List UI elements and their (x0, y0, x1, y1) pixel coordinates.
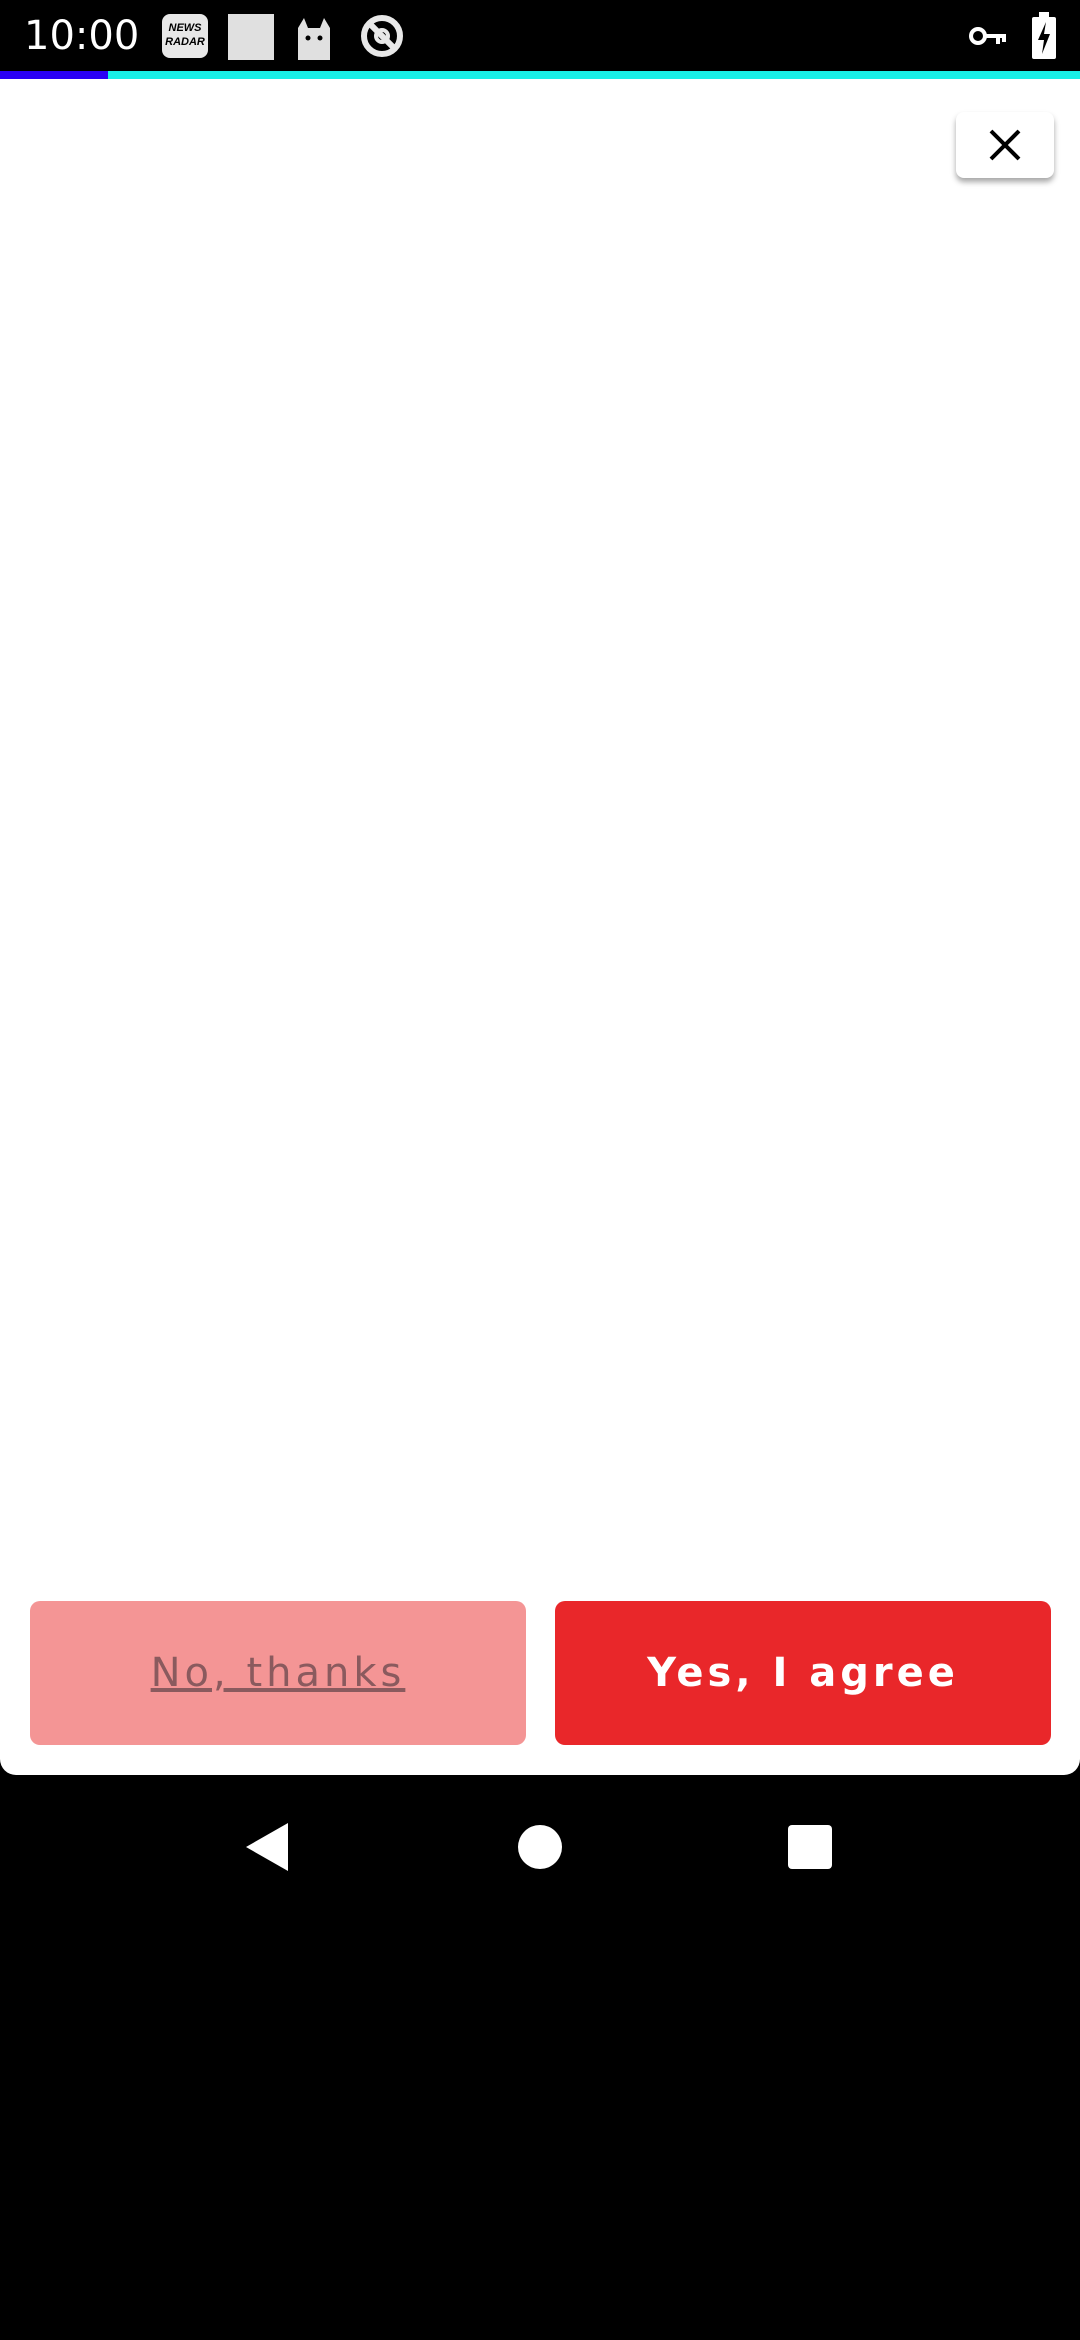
status-time: 10:00 (24, 13, 140, 59)
home-button[interactable] (514, 1821, 566, 1873)
cat-icon (294, 14, 334, 60)
recents-button[interactable] (784, 1821, 836, 1873)
recents-icon (788, 1825, 832, 1869)
navigation-bar (0, 1775, 1080, 1920)
news-radar-icon: NEWS RADAR (162, 14, 208, 58)
accept-button[interactable]: Yes, I agree (555, 1601, 1051, 1745)
vpn-key-icon (968, 14, 1008, 58)
blank-square-icon (228, 14, 274, 60)
loading-progress-fill (0, 71, 108, 79)
home-icon (518, 1825, 562, 1869)
blocked-icon (358, 12, 406, 60)
decline-button[interactable]: No, thanks (30, 1601, 526, 1745)
status-bar: 10:00 NEWS RADAR (0, 0, 1080, 72)
back-button[interactable] (242, 1821, 294, 1873)
loading-progress-bar (0, 71, 1080, 79)
close-button[interactable] (956, 112, 1054, 178)
back-icon (246, 1823, 288, 1871)
close-icon (989, 129, 1021, 161)
consent-dialog: No, thanks Yes, I agree (0, 79, 1080, 1775)
battery-charging-icon (1030, 12, 1058, 60)
